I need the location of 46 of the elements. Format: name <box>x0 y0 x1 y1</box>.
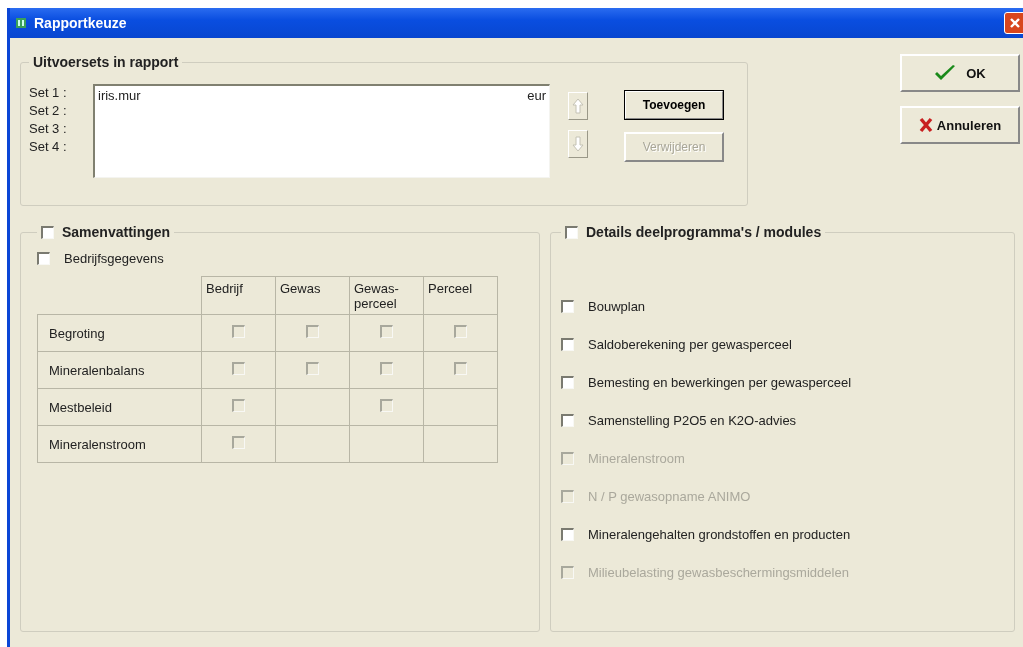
ok-button[interactable]: OK <box>900 54 1020 92</box>
row-header: Mestbeleid <box>37 388 202 426</box>
checkbox[interactable] <box>561 413 574 427</box>
action-button[interactable]: Toevoegen <box>624 90 724 120</box>
close-icon <box>1009 17 1021 29</box>
set-label: Set 3 : <box>29 120 68 138</box>
set-label: Set 1 : <box>29 84 68 102</box>
checkbox[interactable] <box>561 337 574 351</box>
set-unit: eur <box>527 87 546 104</box>
window-title: Rapportkeuze <box>34 15 127 31</box>
checkbox-label: Samenstelling P2O5 en K2O-advies <box>588 412 797 428</box>
column-header: Bedrijf <box>201 276 276 315</box>
column-header: Gewas <box>275 276 350 315</box>
app-icon <box>16 18 26 28</box>
checkbox-label: Mineralengehalten grondstoffen en producten <box>588 526 851 542</box>
checkbox-label: Saldoberekening per gewasperceel <box>588 336 792 352</box>
checkbox-label: Bouwplan <box>588 298 646 314</box>
checkbox[interactable] <box>37 251 50 265</box>
set-list[interactable]: iris.mur eur <box>93 84 550 178</box>
checkbox[interactable] <box>561 375 574 389</box>
up-arrow-icon <box>572 98 584 114</box>
group-title: Samenvattingen <box>62 224 171 240</box>
row-header: Mineralenbalans <box>37 351 202 389</box>
down-arrow-icon <box>572 136 584 152</box>
checkbox[interactable] <box>565 225 578 239</box>
checkbox[interactable] <box>561 299 574 313</box>
checkbox-label: Milieubelasting gewasbeschermingsmiddelen <box>588 564 849 580</box>
row-header: Begroting <box>37 314 202 352</box>
column-header: Perceel <box>423 276 498 315</box>
cross-icon <box>918 117 933 133</box>
set-name: iris.mur <box>98 87 141 104</box>
group-title: Details deelprogramma's / modules <box>586 224 822 240</box>
checkbox-label: Mineralenstroom <box>588 450 685 466</box>
set-label: Set 4 : <box>29 138 68 156</box>
group-title: Uitvoersets in rapport <box>32 54 180 70</box>
checkbox-label: Bemesting en bewerkingen per gewasperceel <box>588 374 852 390</box>
close-button[interactable] <box>1004 12 1023 34</box>
column-header: Gewas-perceel <box>349 276 424 315</box>
checkbox[interactable] <box>561 527 574 541</box>
set-label: Set 2 : <box>29 102 68 120</box>
checkbox-label: Bedrijfsgegevens <box>64 250 164 266</box>
checkmark-icon <box>934 64 957 82</box>
row-header: Mineralenstroom <box>37 425 202 463</box>
checkbox[interactable] <box>41 225 54 239</box>
checkbox-label: N / P gewasopname ANIMO <box>588 488 751 504</box>
cancel-button[interactable]: Annuleren <box>900 106 1020 144</box>
